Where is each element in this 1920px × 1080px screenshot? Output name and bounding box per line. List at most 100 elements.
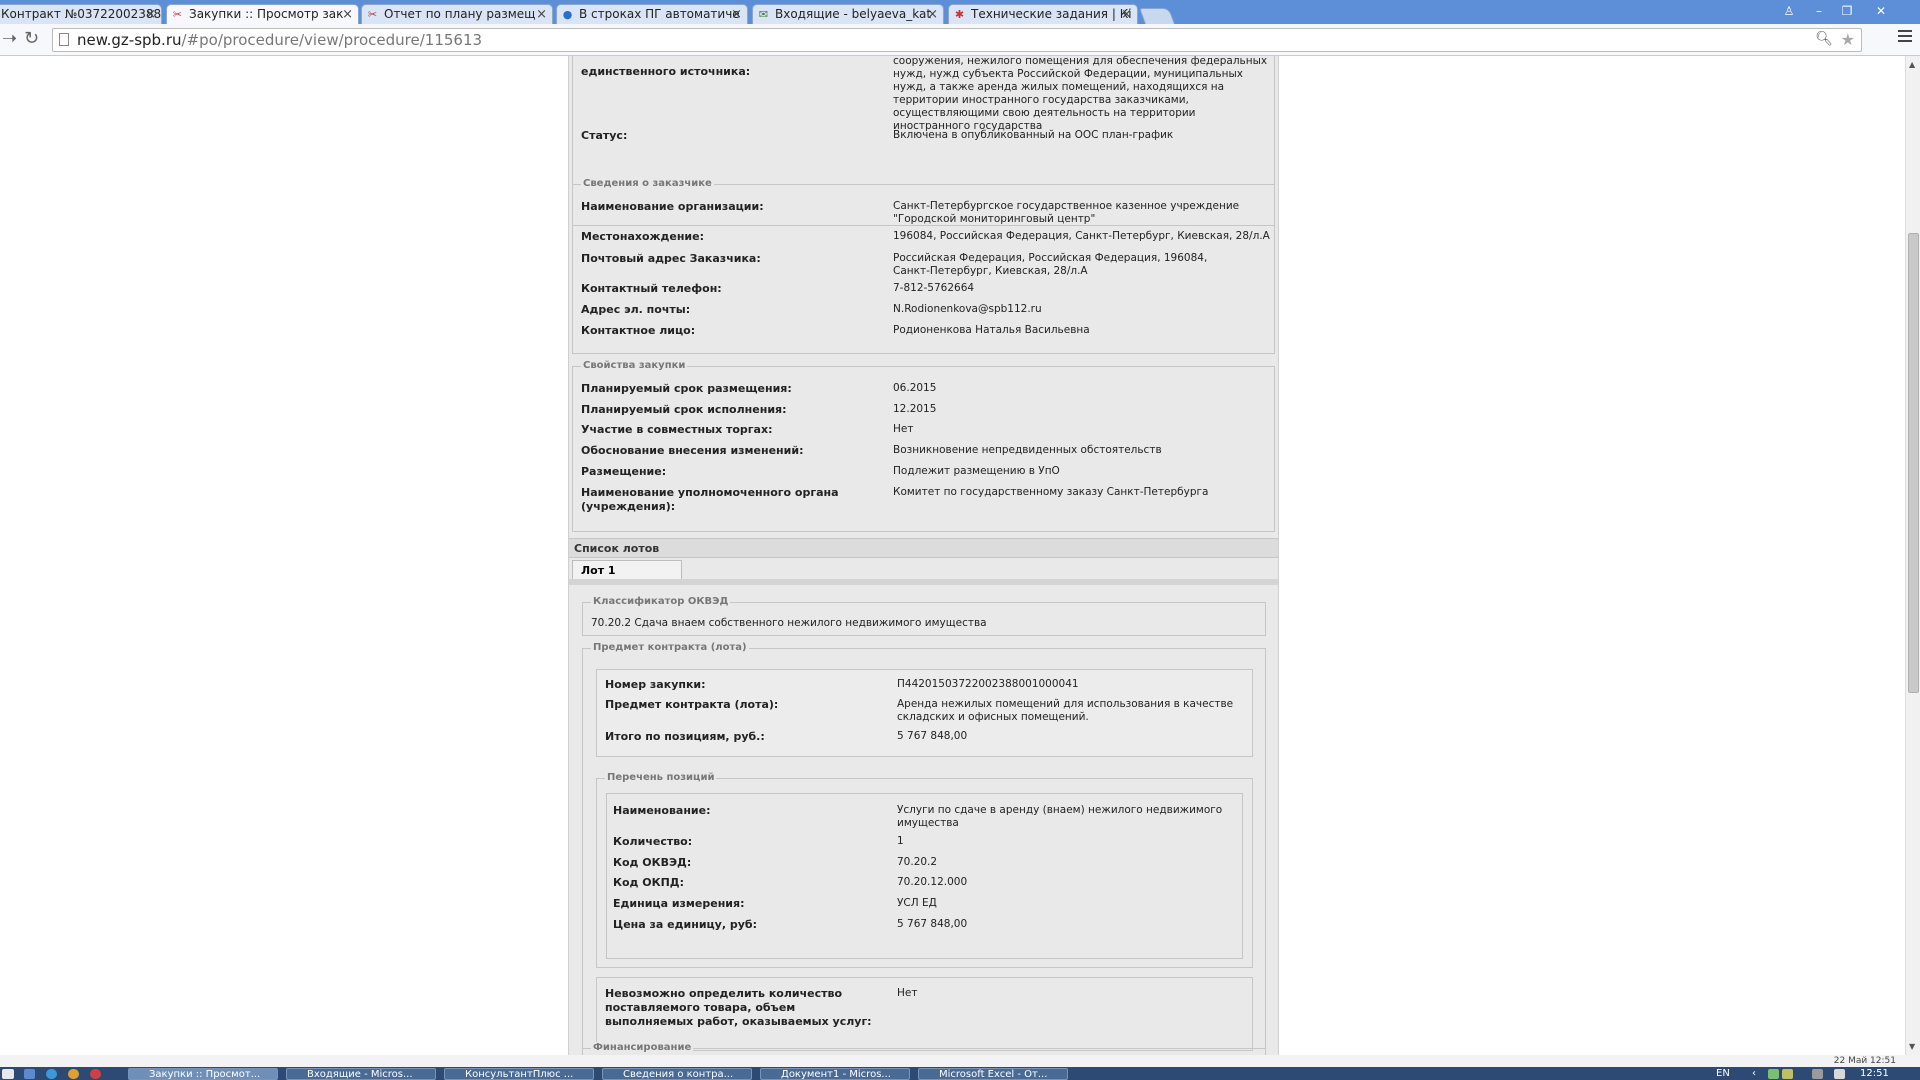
- contact-person-label: Контактное лицо:: [581, 324, 696, 337]
- status-label: Статус:: [581, 129, 628, 142]
- positions-total-label: Итого по позициям, руб.:: [605, 730, 765, 743]
- close-icon[interactable]: ×: [145, 5, 156, 24]
- okved-legend: Классификатор ОКВЭД: [591, 596, 731, 607]
- org-name-label: Наименование организации:: [581, 200, 764, 213]
- scroll-up-arrow-icon[interactable]: ▲: [1909, 60, 1915, 69]
- taskbar-item-procurement[interactable]: Закупки :: Просмот...: [128, 1068, 278, 1080]
- new-tab-button[interactable]: [1139, 8, 1175, 24]
- tab-strip: Контракт №037220023881 × ✂ Закупки :: Пр…: [0, 0, 1920, 24]
- page-icon: [59, 33, 69, 46]
- placement-date-value: 06.2015: [893, 382, 937, 394]
- quantity-value: 1: [897, 835, 904, 847]
- taskbar: Закупки :: Просмот... Входящие - Micros.…: [0, 1067, 1920, 1080]
- language-indicator[interactable]: EN: [1716, 1068, 1730, 1079]
- tab-title: Входящие - belyaeva_kat: [775, 7, 932, 21]
- tab-title: Закупки :: Просмотр зак: [189, 7, 344, 21]
- mail-icon: ✉: [758, 8, 769, 21]
- taskbar-item-inbox[interactable]: Входящие - Micros...: [286, 1068, 436, 1080]
- browser-toolbar: ➝ ↻ new.gz-spb.ru/#po/procedure/view/pro…: [0, 24, 1920, 56]
- user-icon[interactable]: ♙: [1776, 3, 1802, 19]
- quantity-label: Количество:: [613, 835, 693, 848]
- tab-lot-1[interactable]: Лот 1: [572, 560, 682, 580]
- show-desktop-icon[interactable]: [2, 1069, 14, 1079]
- close-icon[interactable]: ×: [927, 5, 938, 24]
- positions-total-value: 5 767 848,00: [897, 730, 968, 742]
- close-icon[interactable]: ×: [731, 5, 742, 24]
- close-window-button[interactable]: ✕: [1868, 3, 1894, 19]
- address-bar[interactable]: new.gz-spb.ru/#po/procedure/view/procedu…: [52, 28, 1862, 52]
- postal-address-label: Почтовый адрес Заказчика:: [581, 252, 761, 265]
- tab-plan-report[interactable]: ✂ Отчет по плану размещ ×: [361, 4, 553, 24]
- chrome-icon[interactable]: [90, 1069, 101, 1079]
- phone-value: 7-812-5762664: [893, 282, 975, 294]
- joint-tenders-label: Участие в совместных торгах:: [581, 423, 773, 436]
- close-icon[interactable]: ×: [342, 5, 353, 24]
- contract-subject-value: Аренда нежилых помещений для использован…: [897, 698, 1234, 723]
- tray-app-icon[interactable]: [1812, 1069, 1823, 1079]
- tab-title: Контракт №037220023881: [1, 7, 162, 21]
- tab-title: Технические задания | Кі: [971, 7, 1132, 21]
- taskbar-item-excel[interactable]: Microsoft Excel - От...: [918, 1068, 1068, 1080]
- source-value: сооружения, нежилого помещения для обесп…: [893, 56, 1268, 132]
- source-label: единственного источника:: [581, 65, 751, 78]
- scroll-down-arrow-icon[interactable]: ▼: [1909, 1042, 1915, 1051]
- undetermined-label: Невозможно определить количество поставл…: [605, 987, 872, 1028]
- properties-box: Свойства закупки Планируемый срок размещ…: [572, 360, 1275, 532]
- taskbar-item-consultant[interactable]: КонсультантПлюс ...: [444, 1068, 594, 1080]
- tray-app-icon[interactable]: [1782, 1069, 1793, 1079]
- tab-inbox[interactable]: ✉ Входящие - belyaeva_kat ×: [752, 4, 944, 24]
- menu-icon[interactable]: [1898, 30, 1912, 44]
- purchase-number-value: П44201503722002388001000041: [897, 678, 1079, 690]
- tools-icon: ✂: [367, 8, 378, 21]
- folder-icon[interactable]: [24, 1069, 35, 1079]
- phone-label: Контактный телефон:: [581, 282, 722, 295]
- okved-code-value: 70.20.2: [897, 856, 938, 868]
- reload-icon[interactable]: ↻: [24, 29, 39, 49]
- forward-icon[interactable]: ➝: [2, 29, 17, 49]
- tray-app-icon[interactable]: [1768, 1069, 1779, 1079]
- search-icon[interactable]: 🔍︎: [1815, 31, 1833, 47]
- close-icon[interactable]: ×: [536, 5, 547, 24]
- financing-legend: Финансирование: [591, 1042, 694, 1053]
- email-value: N.Rodionenkova@spb112.ru: [893, 303, 1042, 315]
- ie-icon[interactable]: [46, 1069, 57, 1079]
- taskbar-item-word[interactable]: Документ1 - Micros...: [760, 1068, 910, 1080]
- position-name-label: Наименование:: [613, 804, 711, 817]
- tab-contract[interactable]: Контракт №037220023881 ×: [0, 4, 162, 24]
- placement-label: Размещение:: [581, 465, 667, 478]
- globe-icon: ●: [562, 8, 573, 21]
- positions-box: Перечень позиций Наименование: Услуги по…: [596, 772, 1253, 968]
- minimize-button[interactable]: –: [1806, 3, 1832, 19]
- undetermined-box: Невозможно определить количество поставл…: [596, 977, 1253, 1051]
- tab-title: Отчет по плану размещ: [384, 7, 536, 21]
- properties-legend: Свойства закупки: [581, 360, 688, 371]
- okved-box: Классификатор ОКВЭД 70.20.2 Сдача внаем …: [582, 596, 1266, 636]
- tray-expand-icon[interactable]: ‹: [1752, 1068, 1756, 1079]
- tab-procurement-view[interactable]: ✂ Закупки :: Просмотр зак ×: [166, 4, 359, 24]
- email-label: Адрес эл. почты:: [581, 303, 691, 316]
- lot-tab-label: Лот 1: [581, 564, 616, 577]
- tab-pg-rows[interactable]: ● В строках ПГ автоматиче ×: [556, 4, 748, 24]
- position-name-value: Услуги по сдаче в аренду (внаем) нежилог…: [897, 804, 1223, 829]
- page-viewport: единственного источника: сооружения, неж…: [0, 56, 1905, 1055]
- close-icon[interactable]: ×: [1121, 5, 1132, 24]
- okpd-code-label: Код ОКПД:: [613, 876, 685, 889]
- tab-tech-specs[interactable]: ✱ Технические задания | Кі ×: [948, 4, 1138, 24]
- restore-button[interactable]: ❐: [1834, 3, 1860, 19]
- scrollbar-thumb[interactable]: [1908, 233, 1919, 693]
- network-icon[interactable]: [1834, 1069, 1845, 1079]
- unit-price-label: Цена за единицу, руб:: [613, 918, 757, 931]
- okved-value: 70.20.2 Сдача внаем собственного нежилог…: [591, 617, 987, 629]
- subject-details-box: Номер закупки: П442015037220023880010000…: [596, 669, 1253, 757]
- taskbar-item-contract-info[interactable]: Сведения о контра...: [602, 1068, 752, 1080]
- clock[interactable]: 12:51: [1860, 1068, 1889, 1079]
- browser-icon[interactable]: [68, 1069, 79, 1079]
- position-item-box: Наименование: Услуги по сдаче в аренду (…: [606, 793, 1243, 959]
- bookmark-star-icon[interactable]: ★: [1841, 30, 1855, 49]
- vertical-scrollbar[interactable]: ▲ ▼: [1905, 56, 1920, 1055]
- execution-date-value: 12.2015: [893, 403, 937, 415]
- location-label: Местонахождение:: [581, 230, 704, 243]
- contract-subject-box: Предмет контракта (лота) Номер закупки: …: [582, 642, 1266, 1055]
- location-value: 196084, Российская Федерация, Санкт-Пете…: [893, 230, 1270, 242]
- url-text[interactable]: new.gz-spb.ru/#po/procedure/view/procedu…: [77, 31, 482, 50]
